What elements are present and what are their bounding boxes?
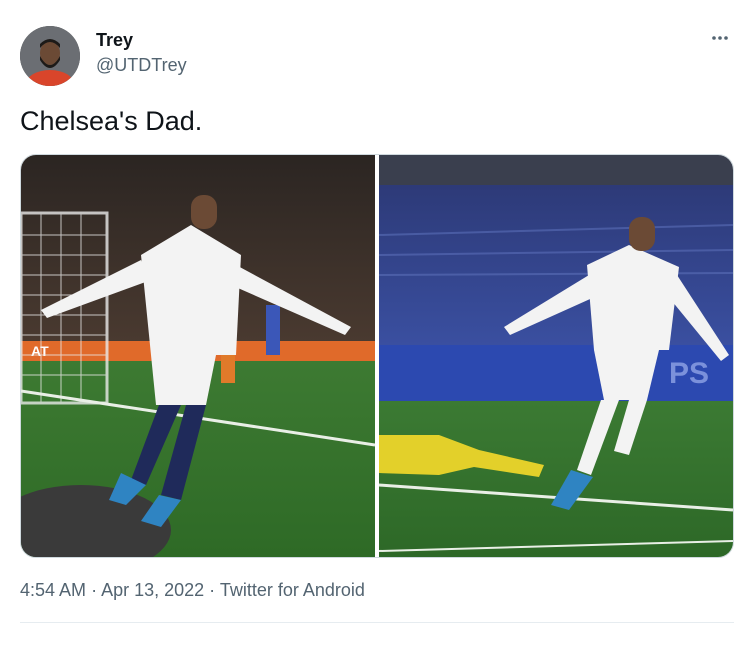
meta-separator: · bbox=[209, 580, 216, 600]
divider bbox=[20, 622, 734, 623]
tweet-metadata: 4:54 AM · Apr 13, 2022 · Twitter for And… bbox=[20, 580, 365, 601]
avatar-image bbox=[20, 26, 80, 86]
photo-left[interactable]: AT bbox=[21, 155, 375, 557]
media-grid: AT PS bbox=[20, 154, 734, 558]
avatar[interactable] bbox=[20, 26, 80, 86]
author-handle[interactable]: @UTDTrey bbox=[96, 55, 187, 76]
ad-banner-text-right: PS bbox=[669, 357, 709, 390]
tweet-source[interactable]: Twitter for Android bbox=[220, 580, 365, 600]
photo-right[interactable]: PS bbox=[379, 155, 733, 557]
more-horizontal-icon[interactable] bbox=[710, 28, 730, 48]
meta-separator: · bbox=[91, 580, 98, 600]
tweet-date[interactable]: Apr 13, 2022 bbox=[101, 580, 204, 600]
ad-banner-text-left: AT bbox=[31, 343, 49, 359]
author-display-name[interactable]: Trey bbox=[96, 30, 133, 51]
tweet-time[interactable]: 4:54 AM bbox=[20, 580, 86, 600]
tweet-text: Chelsea's Dad. bbox=[20, 106, 203, 136]
